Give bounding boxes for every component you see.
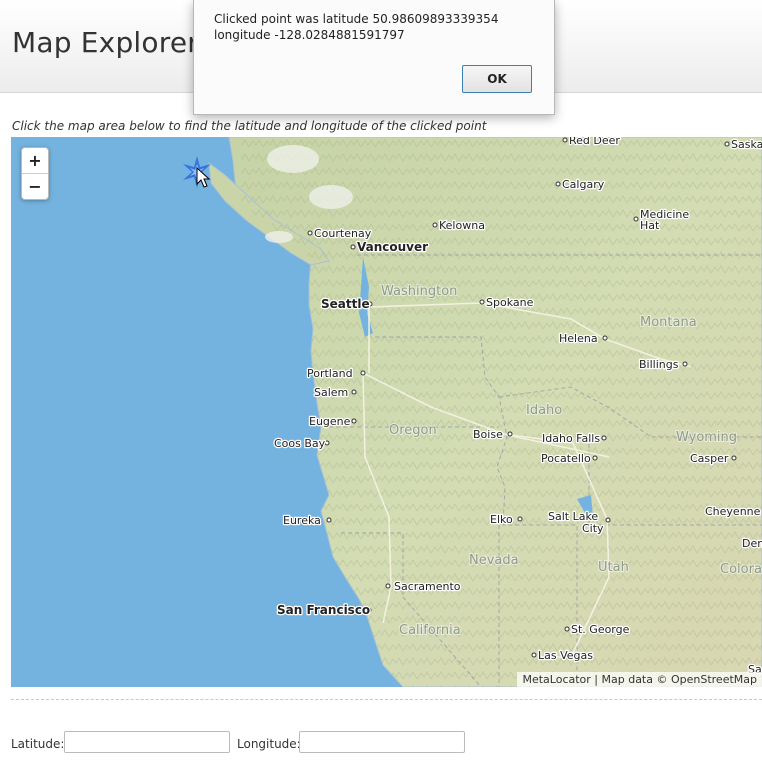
city-label: Idaho Falls [542, 432, 600, 445]
city-label: Billings [639, 358, 679, 371]
city-label: St. George [571, 623, 630, 636]
city-label: Coos Bay [274, 437, 326, 450]
city-label: City [582, 522, 604, 535]
latitude-input[interactable] [64, 731, 230, 753]
city-label: Elko [490, 513, 513, 526]
alert-dialog: Clicked point was latitude 50.9860989333… [193, 0, 555, 115]
city-label: Saska [731, 138, 762, 151]
ok-button[interactable]: OK [462, 65, 532, 93]
city-label: Boise [473, 428, 503, 441]
region-label: Colora [720, 562, 762, 577]
divider [11, 699, 762, 700]
latitude-label: Latitude: [11, 737, 65, 751]
city-label: Eugene [309, 415, 351, 428]
city-label: Sacramento [394, 580, 461, 593]
longitude-label: Longitude: [237, 737, 301, 751]
city-label: Helena [559, 332, 598, 345]
city-label: Portland [307, 367, 353, 380]
city-label: Eureka [283, 514, 321, 527]
city-label: Seattle [321, 297, 370, 311]
city-label: Las Vegas [538, 649, 593, 662]
map-attribution[interactable]: MetaLocator | Map data © OpenStreetMap [517, 672, 762, 687]
city-label: San Francisco [277, 603, 370, 617]
city-label: Salem [314, 386, 348, 399]
city-label: Spokane [486, 296, 534, 309]
region-label: Idaho [526, 403, 562, 418]
city-label: Courtenay [314, 227, 372, 240]
zoom-in-button[interactable]: + [22, 148, 48, 174]
zoom-control: + − [21, 147, 49, 200]
map-tiles[interactable]: Red Deer Saska Calgary Kelowna Courtenay… [11, 137, 762, 687]
region-label: Washington [381, 284, 457, 299]
region-label: Wyoming [676, 430, 737, 445]
city-label: Vancouver [357, 240, 428, 254]
longitude-input[interactable] [299, 731, 465, 753]
city-label: Red Deer [569, 137, 620, 147]
city-label: Casper [690, 452, 729, 465]
instructions-text: Click the map area below to find the lat… [12, 119, 487, 133]
city-label: Kelowna [439, 219, 485, 232]
region-label: Oregon [389, 423, 437, 438]
region-label: Nevada [469, 553, 519, 568]
city-label: Calgary [562, 178, 605, 191]
city-label: Den [742, 537, 762, 550]
alert-message: Clicked point was latitude 50.9860989333… [214, 12, 499, 42]
zoom-out-button[interactable]: − [22, 174, 48, 199]
city-label: Cheyenne [705, 505, 761, 518]
city-label: Pocatello [541, 452, 591, 465]
page-title: Map Explorer [12, 26, 199, 59]
region-label: Utah [598, 560, 629, 575]
region-label: California [399, 623, 461, 638]
city-label: Hat [640, 219, 660, 232]
region-label: Montana [640, 315, 697, 330]
map-area[interactable]: Red Deer Saska Calgary Kelowna Courtenay… [11, 137, 762, 687]
